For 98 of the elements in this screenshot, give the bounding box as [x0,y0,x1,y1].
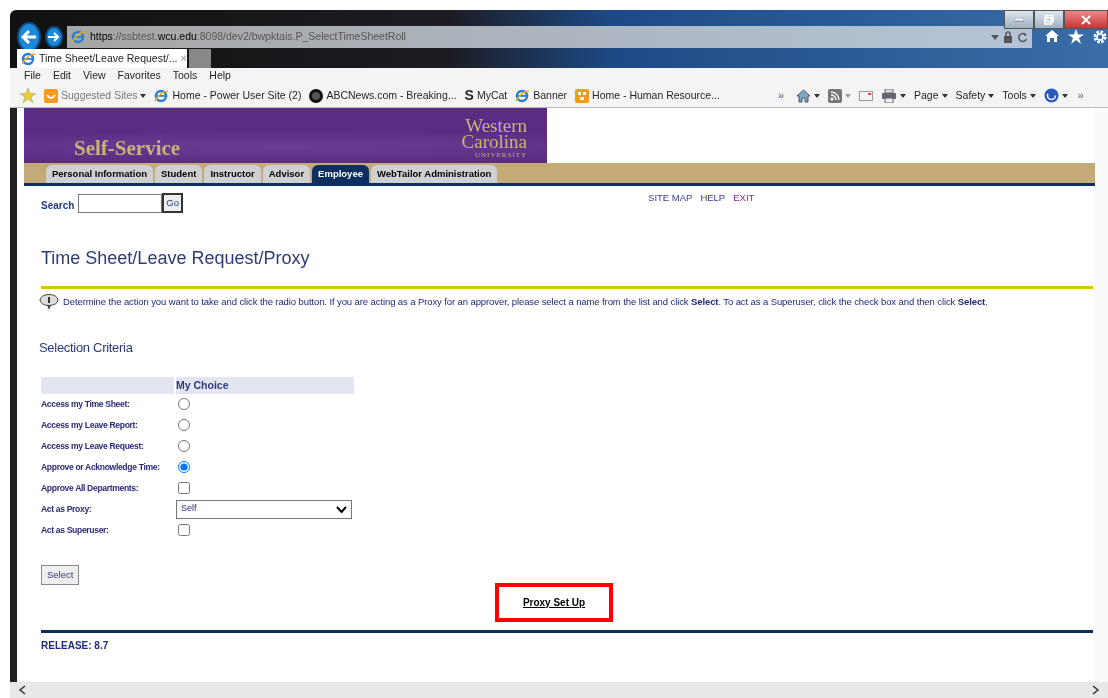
search-field[interactable] [78,194,163,213]
menu-item[interactable]: File [24,68,41,84]
scrollbar[interactable] [1095,108,1108,682]
site-glyph: S [464,86,474,105]
field-label: Approve or Acknowledge Time: [41,460,161,474]
lock-icon [1003,31,1013,43]
select-button[interactable]: Select [41,564,80,585]
nav-tab[interactable]: Advisor [262,164,311,183]
tab-close-button[interactable]: × [180,50,187,67]
checkbox[interactable] [178,482,190,494]
close-icon [1081,14,1091,25]
favorite-link[interactable]: Suggested Sites [44,87,147,104]
overflow-chevron[interactable]: » [777,87,784,104]
restore-button[interactable] [1034,10,1064,29]
news-logo-icon [309,88,324,103]
browser-page-icon [154,88,170,103]
favorite-link[interactable]: Home - Power User Site (2) [154,87,302,104]
dropdown-icon[interactable] [991,34,999,40]
radio-button[interactable] [178,398,190,410]
caret-icon[interactable] [1029,93,1036,98]
checkbox[interactable] [178,524,190,536]
header-link[interactable]: SITE MAP [648,191,693,206]
header-link[interactable]: EXIT [733,191,755,206]
go-button[interactable]: Go [162,193,184,213]
field-label: Approve All Departments: [41,481,140,495]
suggested-sites-icon [44,88,58,103]
menu-item[interactable]: Help [209,68,231,84]
scroll-left-icon[interactable] [18,685,26,695]
nav-tab[interactable]: Personal Information [46,164,153,183]
browser-page-icon [21,51,36,66]
horizontal-scrollbar[interactable] [10,682,1108,698]
feed-icon[interactable] [828,88,842,103]
caret-icon[interactable] [900,93,906,98]
field-label: Act as Proxy: [41,502,93,516]
arrow-right-icon [48,32,61,42]
favorite-link[interactable]: Home - Human Resource... [575,87,720,104]
proxy-setup-link[interactable]: Proxy Set Up [494,582,614,622]
caret-icon[interactable] [1061,93,1068,98]
mail-icon[interactable] [859,90,873,101]
page-heading: Time Sheet/Leave Request/Proxy [41,247,311,270]
menu-item[interactable]: Tools [172,68,198,84]
field-label: Access my Leave Request: [41,439,145,453]
caret-icon[interactable] [988,93,995,98]
info-icon [39,294,59,310]
release-label: RELEASE: 8.7 [41,638,110,653]
printer-icon[interactable] [881,88,897,103]
favorite-link[interactable]: S MyCat [464,85,508,106]
url-text: https://ssbtest.wcu.edu:8098/dev2/bwpktais.P_SelectTimeSheetRoll [90,29,407,45]
star-icon[interactable] [1068,29,1084,44]
nav-tab[interactable]: Instructor [204,164,261,183]
nav-tab[interactable]: Student [155,164,203,183]
browser-tab[interactable]: Time Sheet/Leave Request/... × [17,49,187,68]
menu-item[interactable]: Favorites [117,68,161,84]
field-label: Act as Superuser: [41,523,110,537]
column-header: My Choice [176,376,354,394]
section-title: Selection Criteria [39,339,134,357]
browser-page-icon [71,30,86,44]
nav-tab[interactable]: WebTailor Administration [371,164,498,183]
radio-button[interactable] [178,461,190,473]
scroll-right-icon[interactable] [1092,685,1100,695]
proxy-dropdown[interactable]: Self [176,499,352,519]
nav-tab[interactable]: Employee [312,164,369,183]
restore-icon [1044,14,1054,25]
header-link[interactable]: HELP [700,191,726,206]
field-label: Access my Leave Report: [41,418,139,432]
tab-title: Time Sheet/Leave Request/... [39,50,178,66]
refresh-icon[interactable] [1017,31,1028,43]
home-icon[interactable] [1044,29,1060,43]
forward-button[interactable] [45,26,63,48]
menu-item[interactable]: View [83,68,106,84]
caret-icon[interactable] [814,93,820,98]
arrow-left-icon [21,30,38,44]
favorite-link[interactable]: ABCNews.com - Breaking... [309,87,457,104]
search-label: Search [41,199,75,213]
chevron-icon [336,505,347,513]
banner-title: Self-Service [74,138,181,159]
radio-button[interactable] [178,419,190,431]
favorites-star-icon[interactable] [20,88,36,103]
settings-icon[interactable] [1092,29,1108,45]
browser-page-icon [515,88,531,103]
instruction-text: Determine the action you want to take and click the radio button. If you are acting as a Proxy for an approver, please select a name from the list and click Select. To act as a Superuser, click the check box and then click Select. [63,294,988,309]
close-button[interactable] [1064,10,1108,29]
radio-button[interactable] [178,440,190,452]
minimize-button[interactable] [1004,10,1034,29]
address-field[interactable]: https://ssbtest.wcu.edu:8098/dev2/bwpktais.P_SelectTimeSheetRoll [67,26,1032,48]
field-label: Access my Time Sheet: [41,397,131,411]
menu-item[interactable]: Edit [52,68,71,84]
overflow-chevron[interactable]: » [1077,87,1084,104]
grid-icon [575,88,590,103]
help-icon[interactable] [1043,88,1059,103]
favorite-link[interactable]: Banner [515,87,568,104]
command-menu[interactable]: Page [914,87,939,104]
command-menu[interactable]: Tools [1002,87,1027,104]
minimize-icon [1014,17,1024,22]
caret-icon[interactable] [941,93,948,98]
back-button[interactable] [17,22,42,52]
command-menu[interactable]: Safety [955,87,986,104]
home-icon[interactable] [796,88,811,103]
